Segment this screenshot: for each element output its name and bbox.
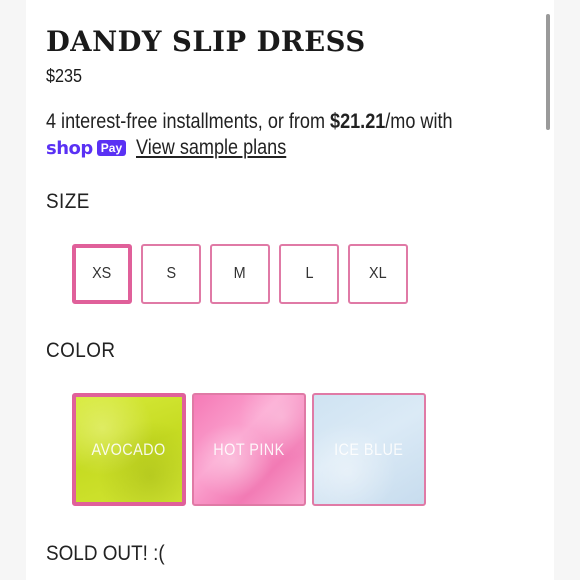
installments-text: 4 interest-free installments, or from $2… <box>46 110 453 134</box>
sold-out-status: SOLD OUT! :( <box>46 542 165 565</box>
scrollbar[interactable] <box>546 14 550 130</box>
shop-pay-logo: shop <box>46 137 93 159</box>
swatch-label: HOT PINK <box>213 439 285 459</box>
product-title: DANDY SLIP DRESS <box>46 25 366 58</box>
size-option-xl[interactable]: XL <box>348 244 408 304</box>
shop-pay-row: shop Pay View sample plans <box>46 136 311 160</box>
pay-badge: Pay <box>96 139 127 157</box>
color-swatch-avocado[interactable]: AVOCADO <box>72 393 186 506</box>
color-swatch-hot-pink[interactable]: HOT PINK <box>192 393 306 506</box>
size-option-m[interactable]: M <box>210 244 270 304</box>
swatch-label: ICE BLUE <box>334 439 404 459</box>
size-label: SIZE <box>46 190 90 213</box>
swatch-label: AVOCADO <box>91 439 167 459</box>
size-option-l[interactable]: L <box>279 244 339 304</box>
size-option-label: XS <box>92 265 112 282</box>
installments-suffix: /mo with <box>385 110 453 133</box>
size-option-label: L <box>304 265 314 282</box>
view-sample-plans-link[interactable]: View sample plans <box>136 136 286 160</box>
installment-amount: $21.21 <box>330 110 386 133</box>
color-label: COLOR <box>46 339 116 362</box>
size-option-label: XL <box>369 265 387 282</box>
color-swatch-ice-blue[interactable]: ICE BLUE <box>312 393 426 506</box>
installments-prefix: 4 interest-free installments, or from <box>46 110 331 133</box>
product-price: $235 <box>46 66 83 86</box>
size-option-label: S <box>166 265 176 282</box>
size-option-label: M <box>233 265 246 282</box>
size-option-s[interactable]: S <box>141 244 201 304</box>
size-option-xs[interactable]: XS <box>72 244 132 304</box>
